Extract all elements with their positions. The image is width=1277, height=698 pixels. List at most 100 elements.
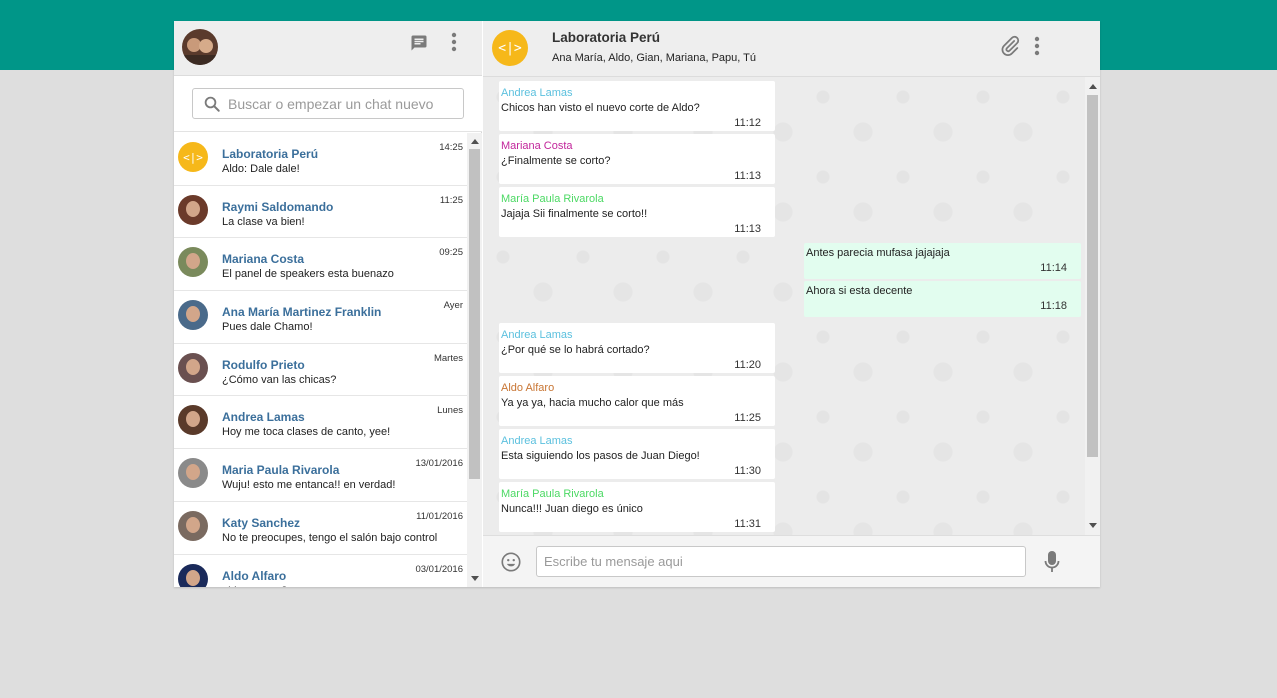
more-vert-icon[interactable] — [443, 31, 465, 53]
scroll-up-icon[interactable] — [471, 139, 479, 144]
message-bubble-incoming[interactable]: Andrea Lamas ¿Por qué se lo habrá cortado… — [499, 323, 775, 373]
chat-time: 03/01/2016 — [415, 563, 463, 575]
avatar-face — [186, 253, 200, 270]
message-time: 11:13 — [734, 170, 761, 182]
message-bubble-outgoing[interactable]: Ahora si esta decente 11:18 — [804, 281, 1081, 317]
conversation-title: Laboratoria Perú — [552, 30, 661, 45]
app-window: <|> Laboratoria Perú Aldo: Dale dale! 14:25… — [174, 21, 1100, 587]
chat-list-item[interactable]: Maria Paula Rivarola Wuju! esto me entanc… — [174, 449, 467, 502]
conversation-panel: <|> Laboratoria Perú Ana María, Aldo, Gi… — [483, 21, 1100, 587]
chat-avatar — [178, 510, 208, 541]
emoji-icon[interactable] — [499, 550, 523, 574]
chat-avatar — [178, 300, 208, 331]
chat-preview: Pues dale Chamo! — [222, 321, 313, 334]
message-area[interactable]: Andrea Lamas Chicos han visto el nuevo co… — [483, 77, 1085, 535]
chat-time: Lunes — [437, 405, 463, 417]
conversation-members: Ana María, Aldo, Gian, Mariana, Papu, Tú — [552, 52, 757, 64]
messages-scrollbar[interactable] — [1085, 77, 1100, 535]
avatar-face — [186, 306, 200, 323]
search-icon — [203, 95, 221, 113]
message-bubble-incoming[interactable]: María Paula Rivarola Nunca!!! Juan diego … — [499, 482, 775, 532]
my-avatar[interactable] — [182, 29, 218, 65]
search-input[interactable] — [228, 93, 458, 115]
chat-name: Aldo Alfaro — [222, 568, 287, 583]
avatar-face — [186, 569, 200, 586]
chat-time: 14:25 — [439, 142, 463, 153]
mic-icon[interactable] — [1041, 549, 1063, 575]
chat-name: Mariana Costa — [222, 252, 305, 267]
message-bubble-incoming[interactable]: Aldo Alfaro Ya ya ya, hacia mucho calor q… — [499, 376, 775, 426]
sidebar-header — [174, 21, 482, 76]
chat-avatar — [178, 563, 208, 587]
chat-list-item[interactable]: Rodulfo Prieto ¿Cómo van las chicas? Marte… — [174, 344, 467, 397]
message-time: 11:18 — [1040, 300, 1067, 312]
more-vert-icon[interactable] — [1026, 35, 1048, 57]
chat-name: Maria Paula Rivarola — [222, 463, 340, 478]
avatar-face — [186, 516, 200, 533]
message-time: 11:20 — [734, 359, 761, 371]
chat-list-item[interactable]: Mariana Costa El panel de speakers esta b… — [174, 238, 467, 292]
chat-list: <|> Laboratoria Perú Aldo: Dale dale! 14:25… — [174, 133, 467, 587]
avatar-face — [186, 464, 200, 481]
chat-name: Raymi Saldomando — [222, 199, 334, 214]
scroll-thumb[interactable] — [1087, 95, 1098, 457]
message-input[interactable] — [536, 546, 1026, 577]
chat-list-item[interactable]: Katy Sanchez No te preocupes, tengo el sa… — [174, 502, 467, 555]
message-bubble-outgoing[interactable]: Antes parecia mufasa jajajaja 11:14 — [804, 243, 1081, 279]
message-sender: Andrea Lamas — [501, 87, 573, 99]
avatar-face — [186, 358, 200, 375]
chat-preview: La clase va bien! — [222, 215, 305, 228]
chat-avatar — [178, 247, 208, 278]
group-avatar-glyph: <|> — [498, 40, 522, 56]
chat-preview: Aldo: Dale dale! — [222, 163, 300, 175]
chat-time: Ayer — [443, 300, 463, 312]
message-time: 11:13 — [734, 223, 761, 235]
message-text: Antes parecia mufasa jajajaja — [806, 247, 950, 259]
chat-list-item[interactable]: Ana María Martinez Franklin Pues dale Cha… — [174, 291, 467, 344]
chat-preview: Hoy me toca clases de canto, yee! — [222, 426, 391, 439]
chat-preview: No te preocupes, tengo el salón bajo con… — [222, 531, 438, 544]
message-text: ¿Por qué se lo habrá cortado? — [501, 344, 650, 356]
chat-list-scrollbar[interactable] — [467, 133, 482, 587]
chat-name: Rodulfo Prieto — [222, 357, 305, 372]
chat-list-item[interactable]: <|> Laboratoria Perú Aldo: Dale dale! 14:25 — [174, 133, 467, 186]
message-time: 11:30 — [734, 465, 761, 477]
scroll-up-icon[interactable] — [1089, 84, 1097, 89]
search-area — [174, 76, 482, 132]
chat-preview: El panel de speakers esta buenazo — [222, 268, 394, 281]
message-text: Jajaja Sii finalmente se corto!! — [501, 208, 648, 220]
chat-time: Martes — [433, 352, 463, 364]
scroll-down-icon[interactable] — [1089, 523, 1097, 528]
chat-name: Katy Sanchez — [222, 515, 301, 530]
composer — [483, 535, 1100, 587]
paperclip-icon[interactable] — [998, 34, 1022, 58]
message-time: 11:25 — [734, 412, 761, 424]
message-sender: María Paula Rivarola — [501, 488, 604, 500]
chat-list-item[interactable]: Andrea Lamas Hoy me toca clases de canto,… — [174, 396, 467, 450]
chat-avatar — [178, 194, 208, 225]
message-time: 11:31 — [734, 518, 761, 530]
chat-time: 13/01/2016 — [415, 458, 463, 470]
chat-name: Andrea Lamas — [222, 410, 305, 425]
chat-bubble-icon[interactable] — [408, 32, 430, 54]
conversation-header: <|> Laboratoria Perú Ana María, Aldo, Gi… — [483, 21, 1100, 77]
chat-list-item[interactable]: Raymi Saldomando La clase va bien! 11:25 — [174, 186, 467, 239]
scroll-down-icon[interactable] — [471, 576, 479, 581]
message-text: Ahora si esta decente — [806, 285, 913, 297]
scroll-thumb[interactable] — [469, 149, 480, 479]
chat-avatar-glyph: <|> — [183, 150, 203, 164]
message-text: Nunca!!! Juan diego es único — [501, 503, 643, 515]
group-avatar[interactable]: <|> — [492, 30, 528, 66]
message-bubble-incoming[interactable]: Andrea Lamas Chicos han visto el nuevo co… — [499, 81, 775, 131]
chat-avatar — [178, 458, 208, 489]
search-box[interactable] — [192, 88, 464, 119]
message-bubble-incoming[interactable]: Andrea Lamas Esta siguiendo los pasos de … — [499, 429, 775, 479]
chat-preview: ¿Cómo van las chicas? — [222, 373, 337, 386]
chat-list-item[interactable]: Aldo Alfaro ¿Vamos por? 03/01/2016 — [174, 555, 467, 587]
avatar-face — [186, 200, 200, 217]
message-text: Esta siguiendo los pasos de Juan Diego! — [501, 450, 700, 462]
chat-avatar: <|> — [178, 142, 208, 172]
message-sender: Andrea Lamas — [501, 435, 573, 447]
message-bubble-incoming[interactable]: María Paula Rivarola Jajaja Sii finalment… — [499, 187, 775, 237]
message-bubble-incoming[interactable]: Mariana Costa ¿Finalmente se corto? 11:13 — [499, 134, 775, 184]
